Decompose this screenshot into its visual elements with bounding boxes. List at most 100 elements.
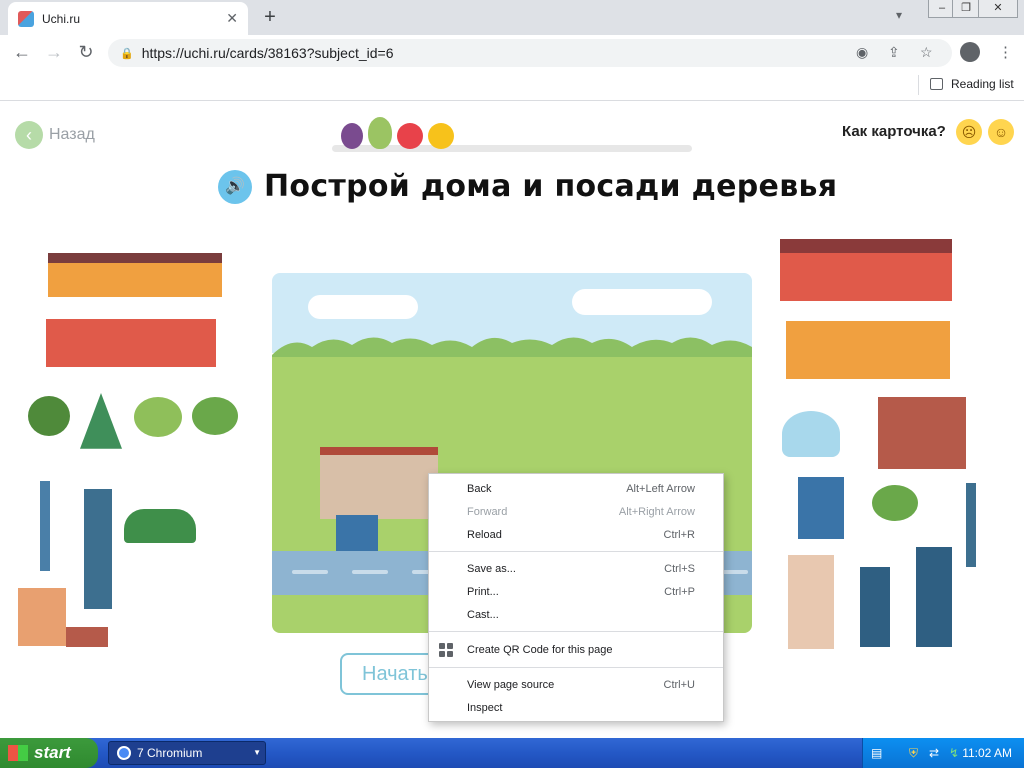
- menu-item-shortcut: Ctrl+U: [663, 679, 695, 691]
- menu-item-shortcut: Alt+Right Arrow: [618, 506, 695, 518]
- clock: 11:02 AM: [962, 746, 1012, 760]
- monument-icon[interactable]: [916, 547, 952, 647]
- menu-item-shortcut: Ctrl+S: [664, 563, 695, 575]
- window-close-icon[interactable]: ✕: [978, 0, 1018, 18]
- skyscraper-icon[interactable]: [84, 489, 112, 609]
- menu-item-inspect[interactable]: Inspect: [429, 697, 723, 719]
- placed-palace-building[interactable]: [320, 447, 438, 519]
- sad-face-icon[interactable]: ☹: [956, 119, 982, 145]
- taskbar: start 7 Chromium ▼ ▤ ⛨ ⇄ ↯ 11:02 AM: [0, 738, 1024, 768]
- menu-item-save-as[interactable]: Save as... Ctrl+S: [429, 558, 723, 580]
- back-arrow-icon[interactable]: ←: [10, 41, 34, 63]
- menu-item-qr-code[interactable]: Create QR Code for this page: [429, 639, 723, 661]
- placed-blue-building[interactable]: [336, 515, 378, 551]
- url-text[interactable]: https://uchi.ru/cards/38163?subject_id=6: [142, 45, 394, 61]
- reading-list-icon: [930, 78, 943, 90]
- windows-flag-icon: [8, 745, 28, 761]
- manor-building-icon[interactable]: [780, 239, 952, 301]
- tower-icon[interactable]: [966, 483, 976, 567]
- taskbar-chromium-button[interactable]: 7 Chromium ▼: [108, 741, 266, 765]
- university-building-icon[interactable]: [788, 555, 834, 649]
- menu-item-view-source[interactable]: View page source Ctrl+U: [429, 674, 723, 696]
- cloud: [308, 295, 418, 319]
- tab-search-chevron-icon[interactable]: ▾: [896, 8, 902, 22]
- address-bar[interactable]: 🔒 https://uchi.ru/cards/38163?subject_id…: [108, 39, 952, 67]
- back-chevron-icon: ‹: [15, 121, 43, 149]
- fountain-icon[interactable]: [782, 411, 840, 457]
- menu-item-label: Save as...: [467, 563, 516, 575]
- apple-icon: [397, 123, 423, 149]
- menu-dots-icon[interactable]: ⋮: [998, 43, 1013, 61]
- lock-icon: 🔒: [120, 47, 134, 60]
- pear-icon: [368, 117, 392, 149]
- office-building-icon[interactable]: [18, 588, 66, 646]
- bookmarks-bar: Reading list: [0, 69, 1024, 101]
- update-icon[interactable]: ↯: [949, 746, 959, 760]
- menu-separator: [429, 667, 723, 668]
- orange-icon: [428, 123, 454, 149]
- road-dash: [292, 570, 328, 574]
- menu-item-print[interactable]: Print... Ctrl+P: [429, 581, 723, 603]
- chevron-down-icon: ▼: [253, 748, 261, 757]
- qr-code-icon: [439, 643, 453, 657]
- reload-icon[interactable]: ↻: [74, 41, 98, 63]
- menu-item-label: Inspect: [467, 702, 503, 714]
- back-link[interactable]: ‹ Назад: [15, 121, 95, 149]
- bookmark-star-icon[interactable]: ☆: [920, 44, 933, 61]
- bush-tree-icon[interactable]: [134, 397, 182, 437]
- tree-icon[interactable]: [872, 485, 918, 521]
- system-tray: ▤ ⛨ ⇄ ↯ 11:02 AM: [862, 738, 1024, 768]
- speaker-icon[interactable]: 🔊: [218, 169, 252, 204]
- divider: [918, 75, 919, 95]
- menu-item-label: View page source: [467, 679, 555, 691]
- menu-item-forward[interactable]: Forward Alt+Right Arrow: [429, 501, 723, 523]
- menu-item-reload[interactable]: Reload Ctrl+R: [429, 524, 723, 546]
- menu-item-cast[interactable]: Cast...: [429, 604, 723, 626]
- tall-tower-icon[interactable]: [860, 567, 890, 647]
- low-building-icon[interactable]: [66, 627, 108, 647]
- birch-tree-icon[interactable]: [192, 397, 238, 435]
- close-tab-icon[interactable]: ✕: [226, 10, 238, 27]
- menu-item-shortcut: Alt+Left Arrow: [626, 483, 695, 495]
- shrub-icon[interactable]: [124, 509, 196, 543]
- page-title: Построй дома и посади деревья: [264, 169, 838, 204]
- keyboard-icon[interactable]: ▤: [871, 746, 882, 760]
- menu-item-label: Forward: [467, 506, 508, 518]
- uchi-favicon-icon: [18, 10, 34, 27]
- menu-item-shortcut: Ctrl+P: [664, 586, 695, 598]
- tab-strip: Uchi.ru ✕ + ▾ – ❐ ✕: [0, 0, 1024, 35]
- road-dash: [352, 570, 388, 574]
- menu-item-label: Cast...: [467, 609, 499, 621]
- brick-building-icon[interactable]: [878, 397, 966, 469]
- start-menu-button[interactable]: start: [0, 738, 98, 768]
- share-icon[interactable]: ⇪: [888, 44, 900, 61]
- forward-arrow-icon[interactable]: →: [42, 41, 66, 63]
- back-label: Назад: [49, 126, 95, 143]
- task-label: 7 Chromium: [137, 746, 203, 760]
- rate-card-label: Как карточка?: [842, 123, 946, 140]
- reading-list-button[interactable]: Reading list: [930, 77, 1014, 91]
- eye-off-icon[interactable]: ◉: [856, 44, 868, 61]
- tv-tower-icon[interactable]: [40, 481, 50, 571]
- network-icon[interactable]: ⇄: [929, 746, 939, 760]
- chromium-icon: [117, 746, 131, 760]
- context-menu: Back Alt+Left Arrow Forward Alt+Right Arro…: [428, 473, 724, 722]
- oak-tree-icon[interactable]: [28, 396, 70, 436]
- tab-title: Uchi.ru: [42, 11, 81, 26]
- plum-icon: [341, 123, 363, 149]
- reading-list-label: Reading list: [951, 77, 1014, 91]
- browser-tab[interactable]: Uchi.ru ✕: [8, 2, 248, 35]
- glass-building-icon[interactable]: [798, 477, 844, 539]
- hospital-building-icon[interactable]: [46, 319, 216, 367]
- new-tab-button[interactable]: +: [260, 6, 280, 29]
- restore-icon[interactable]: ❐: [952, 0, 980, 18]
- fir-tree-icon[interactable]: [80, 393, 122, 449]
- menu-item-back[interactable]: Back Alt+Left Arrow: [429, 478, 723, 500]
- happy-face-icon[interactable]: ☺: [988, 119, 1014, 145]
- school-building-icon[interactable]: [48, 253, 222, 297]
- menu-item-label: Reload: [467, 529, 502, 541]
- profile-avatar-icon[interactable]: [960, 42, 980, 62]
- cloud: [572, 289, 712, 315]
- apartment-building-icon[interactable]: [786, 321, 950, 379]
- shield-icon[interactable]: ⛨: [909, 746, 918, 761]
